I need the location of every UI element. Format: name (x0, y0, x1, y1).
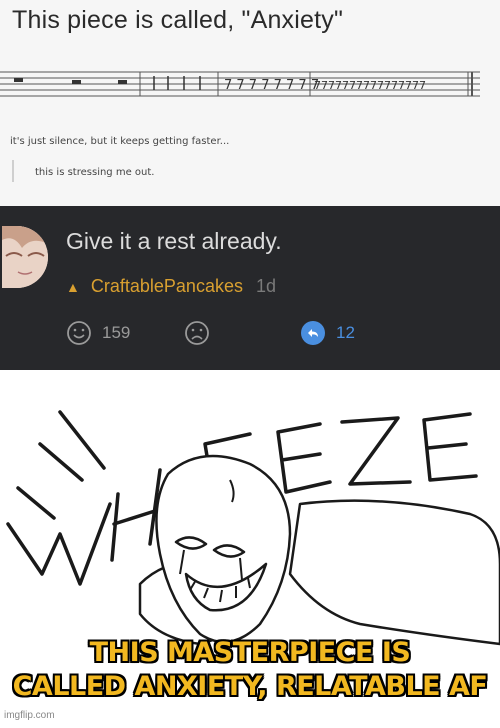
dislike-button[interactable] (184, 320, 210, 346)
flame-icon: ▲ (66, 279, 80, 295)
post-title: This piece is called, "Anxiety" (12, 6, 344, 34)
reply-indent-bar (12, 160, 14, 182)
music-staff: 7 7 7 7 7 7 7 7 7777777777777777 (0, 71, 480, 97)
like-button[interactable]: 159 (66, 320, 130, 346)
comment-text: Give it a rest already. (66, 228, 282, 254)
author-name[interactable]: CraftablePancakes (91, 276, 243, 296)
svg-text:7 7 7 7 7 7 7 7: 7 7 7 7 7 7 7 7 (224, 78, 319, 93)
comment-meta: ▲ CraftablePancakes 1d (66, 276, 276, 297)
smile-icon (67, 321, 91, 345)
replies-button[interactable]: 12 (300, 320, 355, 346)
comment-actions: 159 12 (66, 320, 486, 350)
panel-divider (0, 370, 500, 384)
post-caption: it's just silence, but it keeps getting … (10, 136, 230, 147)
svg-text:7777777777777777: 7777777777777777 (314, 79, 426, 92)
avatar[interactable] (2, 226, 48, 288)
meme-caption-line2: CALLED ANXIETY, RELATABLE AF (12, 671, 488, 702)
like-count: 159 (102, 323, 131, 342)
reply-count: 12 (336, 323, 355, 342)
frown-icon (185, 321, 209, 345)
meme-panel: THIS MASTERPIECE IS CALLED ANXIETY, RELA… (0, 384, 500, 728)
comment-age: 1d (255, 276, 277, 296)
post-panel: This piece is called, "Anxiety" 7 7 7 7 … (0, 0, 500, 206)
comment-panel: Give it a rest already. ▲ CraftablePanca… (0, 206, 500, 370)
reply-icon (301, 321, 325, 345)
meme-caption-line1: THIS MASTERPIECE IS (89, 637, 411, 668)
post-reply: this is stressing me out. (35, 167, 155, 178)
imgflip-watermark[interactable]: imgflip.com (4, 710, 55, 721)
